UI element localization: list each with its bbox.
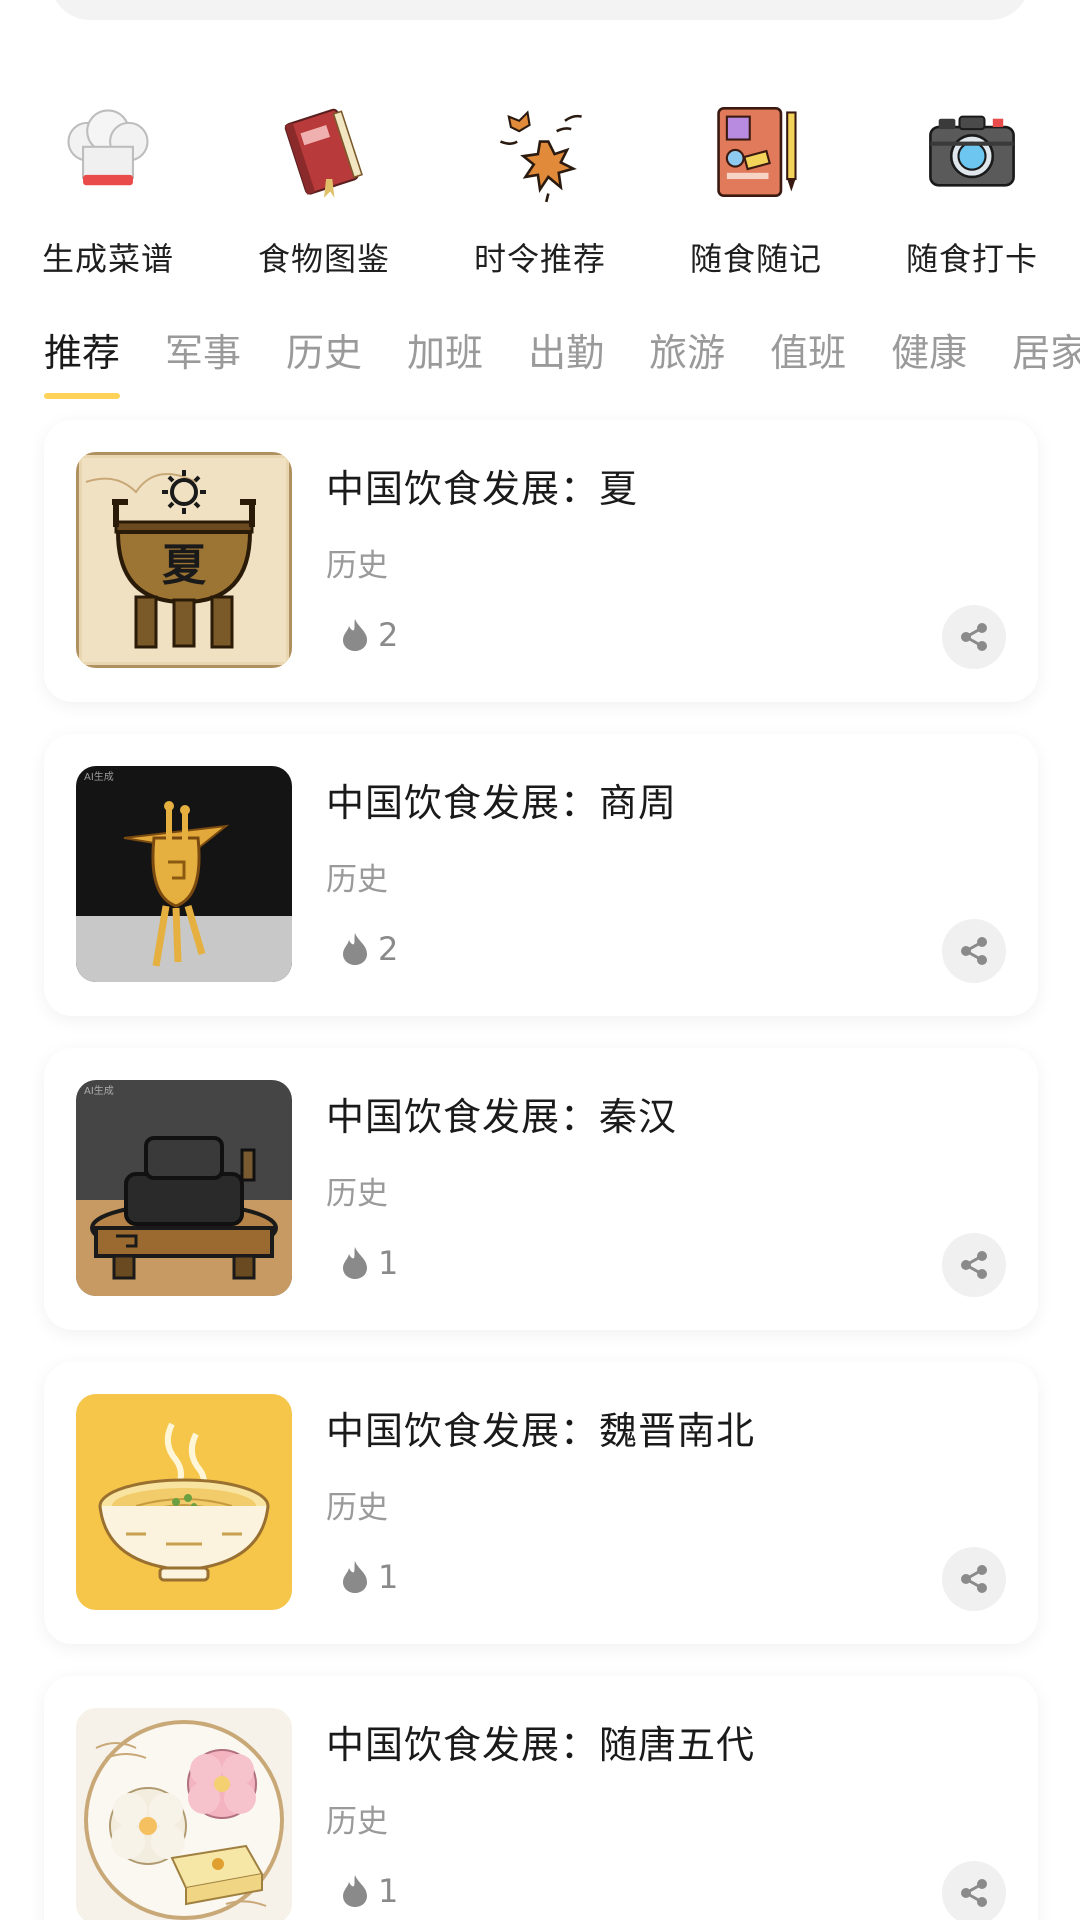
quick-entry-label: 食物图鉴 [257,240,390,278]
book-icon [272,100,376,204]
tab-military[interactable]: 军事 [165,322,241,399]
flame-icon [343,1561,367,1593]
hot-count-value: 1 [378,1872,399,1910]
tab-recommend[interactable]: 推荐 [44,322,121,399]
tab-overtime[interactable]: 加班 [407,322,483,399]
hot-count: 1 [340,1244,398,1282]
pastries-image [76,1708,292,1920]
share-button[interactable] [942,1233,1006,1297]
share-icon [961,1251,987,1279]
flame-icon [343,1247,367,1279]
category-tabs: 推荐 军事 历史 加班 出勤 旅游 值班 健康 居家 [44,322,1080,399]
flame-icon [343,619,367,651]
share-icon [961,623,987,651]
page-root: 生成菜谱 食物图鉴 时令推荐 随食随记 随食打卡 推荐 军事 历史 加班 出勤 … [0,0,1080,1920]
share-button[interactable] [942,605,1006,669]
quick-entry-label: 时令推荐 [473,240,606,278]
quick-entry-label: 随食打卡 [905,240,1038,278]
quick-entry-generate-recipe[interactable]: 生成菜谱 [0,100,216,280]
card-tag: 历史 [326,1490,388,1526]
share-icon [961,1565,987,1593]
article-card[interactable]: 夏 中国饮食发展：夏 历史 2 [44,420,1038,702]
ai-generated-badge: AI生成 [84,1084,114,1097]
share-icon [961,937,987,965]
hot-count: 2 [340,930,398,968]
card-title: 中国饮食发展：魏晋南北 [326,1409,756,1453]
card-title: 中国饮食发展：秦汉 [326,1095,678,1139]
card-title: 中国饮食发展：随唐五代 [326,1723,756,1767]
quick-entry-food-diary[interactable]: 随食随记 [648,100,864,280]
stone-mill-image: AI生成 [76,1080,292,1296]
hot-count-value: 1 [378,1558,399,1596]
camera-icon [920,100,1024,204]
flame-icon [343,933,367,965]
share-button[interactable] [942,1547,1006,1611]
quick-entry-label: 生成菜谱 [41,240,174,278]
hot-count: 1 [340,1872,398,1910]
share-button[interactable] [942,1861,1006,1920]
tab-history[interactable]: 历史 [286,322,362,399]
quick-entry-checkin[interactable]: 随食打卡 [864,100,1080,280]
jue-vessel-image: AI生成 [76,766,292,982]
card-tag: 历史 [326,548,388,584]
tab-attendance[interactable]: 出勤 [528,322,604,399]
card-tag: 历史 [326,1804,388,1840]
tab-home[interactable]: 居家 [1012,322,1080,399]
quick-entry-row: 生成菜谱 食物图鉴 时令推荐 随食随记 随食打卡 [0,100,1080,280]
article-card[interactable]: 中国饮食发展：随唐五代 历史 1 [44,1676,1038,1920]
article-card[interactable]: AI生成 中国饮食发展：秦汉 历史 1 [44,1048,1038,1330]
hot-count-value: 2 [378,616,399,654]
xia-ding-image: 夏 [76,452,292,668]
quick-entry-label: 随食随记 [689,240,822,278]
noodle-bowl-image [76,1394,292,1610]
quick-entry-seasonal[interactable]: 时令推荐 [432,100,648,280]
xia-character-label: 夏 [162,540,207,591]
hot-count: 1 [340,1558,398,1596]
card-title: 中国饮食发展：夏 [326,467,639,511]
ai-generated-badge: AI生成 [84,770,114,783]
chef-hat-icon [56,100,160,204]
hot-count: 2 [340,616,398,654]
article-card[interactable]: AI生成 中国饮食发展：商周 历史 2 [44,734,1038,1016]
card-tag: 历史 [326,862,388,898]
notebook-pen-icon [704,100,808,204]
card-tag: 历史 [326,1176,388,1212]
article-card[interactable]: 中国饮食发展：魏晋南北 历史 1 [44,1362,1038,1644]
search-bar[interactable] [50,0,1030,20]
flame-icon [343,1875,367,1907]
hot-count-value: 2 [378,930,399,968]
tab-duty[interactable]: 值班 [770,322,846,399]
quick-entry-food-guide[interactable]: 食物图鉴 [216,100,432,280]
maple-leaf-icon [488,100,592,204]
hot-count-value: 1 [378,1244,399,1282]
share-icon [961,1879,987,1907]
share-button[interactable] [942,919,1006,983]
tab-health[interactable]: 健康 [891,322,967,399]
article-list: 夏 中国饮食发展：夏 历史 2 AI生成 中国饮食发展：商周 历史 2 AI生成… [44,420,1038,1920]
tab-travel[interactable]: 旅游 [649,322,725,399]
card-title: 中国饮食发展：商周 [326,781,678,825]
